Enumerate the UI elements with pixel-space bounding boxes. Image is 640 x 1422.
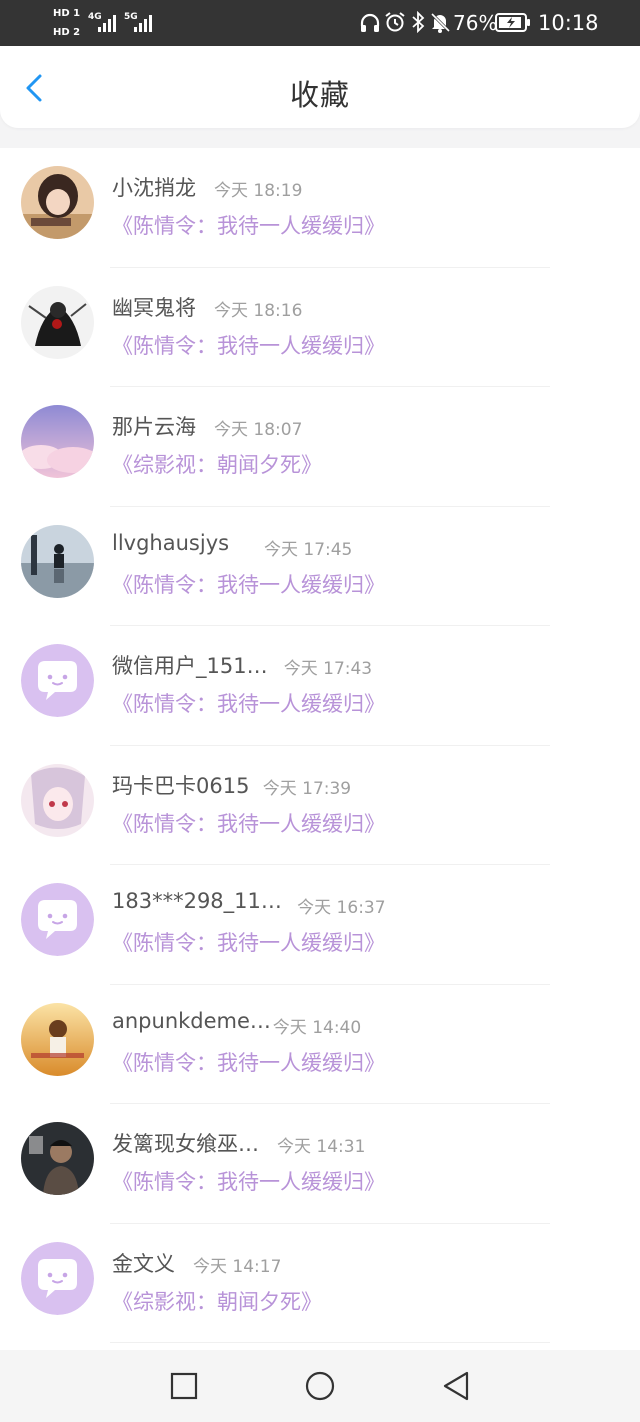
user-name: 幽冥鬼将 <box>112 295 196 320</box>
book-title-link[interactable]: 《陈情令：我待一人缓缓归》 <box>112 330 385 360</box>
page-title: 收藏 <box>289 78 350 112</box>
divider <box>110 1342 550 1343</box>
book-title-link[interactable]: 《综影视：朝闻夕死》 <box>112 1286 322 1316</box>
battery-icon <box>495 13 530 32</box>
favorite-item[interactable]: 发篱现女飨巫… 今天 14:31 《陈情令：我待一人缓缓归》 <box>0 1104 640 1224</box>
hd1-indicator: HD 1 <box>53 8 81 19</box>
user-name: 小沈捎龙 <box>112 176 196 200</box>
back-icon[interactable] <box>440 1370 472 1402</box>
timestamp: 今天 18:16 <box>214 300 303 321</box>
book-title-link[interactable]: 《陈情令：我待一人缓缓归》 <box>112 808 385 838</box>
favorite-item[interactable]: 183***298_11… 今天 16:37 《陈情令：我待一人缓缓归》 <box>0 865 640 985</box>
favorite-item[interactable]: 金文义 今天 14:17 《综影视：朝闻夕死》 <box>0 1224 640 1343</box>
user-name: 微信用户_151… <box>112 654 268 678</box>
book-title-link[interactable]: 《陈情令：我待一人缓缓归》 <box>112 210 385 240</box>
timestamp: 今天 16:37 <box>297 898 386 918</box>
avatar[interactable] <box>21 763 94 837</box>
favorite-item[interactable]: 小沈捎龙 今天 18:19 《陈情令：我待一人缓缓归》 <box>0 148 640 268</box>
book-title-link[interactable]: 《陈情令：我待一人缓缓归》 <box>112 927 385 957</box>
avatar[interactable] <box>21 524 94 598</box>
clock: 10:18 <box>538 11 599 35</box>
avatar[interactable] <box>21 644 94 717</box>
timestamp: 今天 14:31 <box>277 1137 366 1157</box>
alarm-icon <box>385 12 405 32</box>
bluetooth-icon <box>412 11 425 33</box>
book-title-link[interactable]: 《陈情令：我待一人缓缓归》 <box>112 569 385 599</box>
favorite-item[interactable]: 微信用户_151… 今天 17:43 《陈情令：我待一人缓缓归》 <box>0 626 640 746</box>
avatar[interactable] <box>21 1241 94 1315</box>
book-title-link[interactable]: 《陈情令：我待一人缓缓归》 <box>112 688 385 718</box>
hd2-indicator: HD 2 <box>53 27 81 38</box>
favorite-item[interactable]: 那片云海 今天 18:07 《综影视：朝闻夕死》 <box>0 387 640 507</box>
book-title-link[interactable]: 《陈情令：我待一人缓缓归》 <box>112 1166 385 1196</box>
timestamp: 今天 14:40 <box>272 1017 362 1038</box>
signal-icon <box>134 15 152 32</box>
avatar[interactable] <box>21 405 94 478</box>
user-name: 183***298_11… <box>112 889 282 913</box>
user-name: llvghausjys <box>112 530 230 555</box>
timestamp: 今天 17:45 <box>263 539 353 560</box>
favorites-list: 小沈捎龙 今天 18:19 《陈情令：我待一人缓缓归》 幽冥鬼将 今天 18:16 《陈情… <box>0 148 640 1350</box>
user-name: 金文义 <box>112 1251 175 1276</box>
user-name: 那片云海 <box>112 415 196 439</box>
timestamp: 今天 17:39 <box>262 778 352 799</box>
timestamp: 今天 18:19 <box>214 181 303 201</box>
battery-percent: 76% <box>453 11 498 35</box>
user-name: 发篱现女飨巫… <box>112 1132 259 1156</box>
system-nav-bar <box>0 1350 640 1422</box>
timestamp: 今天 14:17 <box>193 1256 282 1277</box>
avatar[interactable] <box>21 166 94 239</box>
signal-icon <box>98 15 116 32</box>
avatar[interactable] <box>21 1002 94 1076</box>
timestamp: 今天 17:43 <box>283 659 373 679</box>
headphones-icon <box>360 13 380 32</box>
book-title-link[interactable]: 《陈情令：我待一人缓缓归》 <box>112 1047 385 1077</box>
favorite-item[interactable]: 幽冥鬼将 今天 18:16 《陈情令：我待一人缓缓归》 <box>0 268 640 387</box>
favorite-item[interactable]: llvghausjys 今天 17:45 《陈情令：我待一人缓缓归》 <box>0 507 640 626</box>
avatar[interactable] <box>21 285 94 359</box>
favorite-item[interactable]: 玛卡巴卡0615 今天 17:39 《陈情令：我待一人缓缓归》 <box>0 746 640 865</box>
mute-bell-icon <box>430 12 451 33</box>
recent-apps-icon[interactable] <box>168 1370 200 1402</box>
header-bar: 收藏 <box>0 46 640 128</box>
user-name: 玛卡巴卡0615 <box>112 773 250 798</box>
favorite-item[interactable]: anpunkdeme… 今天 14:40 《陈情令：我待一人缓缓归》 <box>0 985 640 1104</box>
status-bar: HD 1 HD 2 4G 5G 76% 10:18 <box>0 0 640 46</box>
book-title-link[interactable]: 《综影视：朝闻夕死》 <box>112 449 322 479</box>
avatar[interactable] <box>21 883 94 956</box>
avatar[interactable] <box>21 1122 94 1195</box>
home-icon[interactable] <box>304 1370 336 1402</box>
timestamp: 今天 18:07 <box>214 420 303 440</box>
user-name: anpunkdeme… <box>112 1008 271 1033</box>
